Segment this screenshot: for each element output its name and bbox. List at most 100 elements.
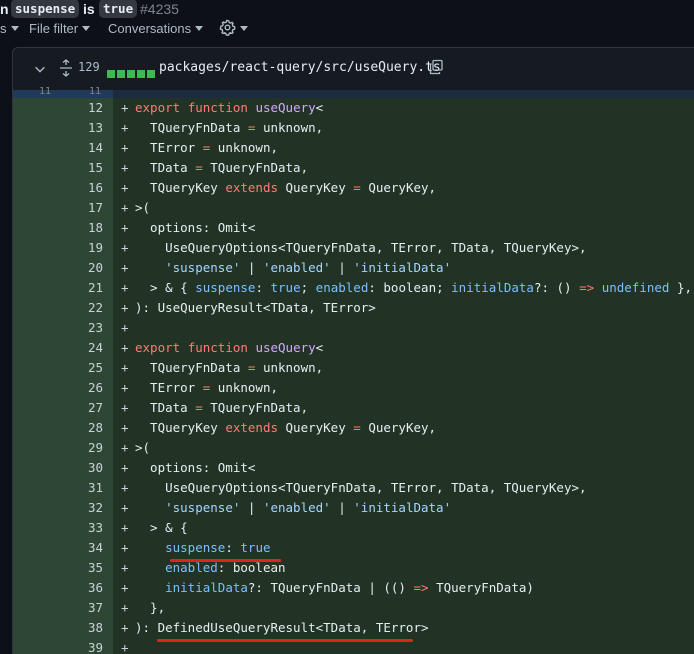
line-number-cell[interactable]: 34 xyxy=(13,538,113,558)
conversations-label: Conversations xyxy=(108,21,192,36)
line-number-cell[interactable]: 36 xyxy=(13,578,113,598)
diff-line: 38 +): DefinedUseQueryResult<TData, TErro… xyxy=(13,618,694,638)
code-text: UseQueryOptions<TQueryFnData, TError, TD… xyxy=(135,240,587,255)
line-number-cell[interactable]: 26 xyxy=(13,378,113,398)
code-text: TQueryFnData = unknown, xyxy=(135,120,323,135)
code-token: function xyxy=(187,100,248,115)
file-diff-panel: 129 packages/react-query/src/useQuery.ts… xyxy=(12,47,694,654)
line-content: + TQueryKey extends QueryKey = QueryKey, xyxy=(113,418,694,438)
diff-line: 17 + >( xyxy=(13,198,694,218)
line-number-cell[interactable]: 16 xyxy=(13,178,113,198)
line-number: 38 xyxy=(87,620,103,635)
added-marker: + xyxy=(121,300,129,315)
line-number-cell[interactable]: 31 xyxy=(13,478,113,498)
code-text: TQueryKey extends QueryKey = QueryKey, xyxy=(135,420,436,435)
code-token: < xyxy=(315,100,324,115)
line-number-cell[interactable]: 35 xyxy=(13,558,113,578)
added-marker: + xyxy=(121,620,129,635)
line-content: + TData = TQueryFnData, xyxy=(113,158,694,178)
toolbar-partial-item[interactable]: s xyxy=(0,21,19,36)
code-text: export function useQuery< xyxy=(135,100,323,115)
line-number-cell[interactable]: 32 xyxy=(13,498,113,518)
line-number-cell[interactable]: 18 xyxy=(13,218,113,238)
code-token: QueryKey xyxy=(278,420,354,435)
hunk-left-number: 11 xyxy=(39,86,52,97)
line-number-cell[interactable]: 25 xyxy=(13,358,113,378)
line-number: 15 xyxy=(87,160,103,175)
chevron-down-icon xyxy=(240,26,248,31)
expand-icon[interactable] xyxy=(58,59,74,77)
line-content: + TQueryFnData = unknown, xyxy=(113,118,694,138)
code-token: unknown, xyxy=(210,380,278,395)
added-marker: + xyxy=(121,240,129,255)
line-number-cell[interactable]: 15 xyxy=(13,158,113,178)
settings-dropdown[interactable] xyxy=(219,19,248,36)
line-number-cell[interactable]: 38 xyxy=(13,618,113,638)
chevron-down-icon xyxy=(195,26,204,31)
added-marker: + xyxy=(121,380,129,395)
file-path-link[interactable]: packages/react-query/src/useQuery.ts xyxy=(159,60,441,75)
line-content: + TQueryKey extends QueryKey = QueryKey, xyxy=(113,178,694,198)
diff-line: 32 + 'suspense' | 'enabled' | 'initialDat… xyxy=(13,498,694,518)
line-content: + export function useQuery< xyxy=(113,338,694,358)
line-number-cell[interactable]: 39 xyxy=(13,638,113,654)
code-text: TData = TQueryFnData, xyxy=(135,400,308,415)
diff-line: 35 + enabled: boolean xyxy=(13,558,694,578)
line-content: + >( xyxy=(113,438,694,458)
line-number-cell[interactable]: 23 xyxy=(13,318,113,338)
code-token: initialData xyxy=(451,280,534,295)
diff-line: 23 + xyxy=(13,318,694,338)
line-number-cell[interactable]: 37 xyxy=(13,598,113,618)
diff-line: 31 + UseQueryOptions<TQueryFnData, TError… xyxy=(13,478,694,498)
code-text: 'suspense' | 'enabled' | 'initialData' xyxy=(135,260,451,275)
line-number: 26 xyxy=(87,380,103,395)
added-marker: + xyxy=(121,120,129,135)
line-number-cell[interactable]: 14 xyxy=(13,138,113,158)
line-number-cell[interactable]: 30 xyxy=(13,458,113,478)
line-number-cell[interactable]: 29 xyxy=(13,438,113,458)
code-text: TError = unknown, xyxy=(135,140,278,155)
line-number-cell[interactable]: 27 xyxy=(13,398,113,418)
line-number: 20 xyxy=(87,260,103,275)
conversations-dropdown[interactable]: Conversations xyxy=(108,21,204,36)
title-prefix: n xyxy=(0,1,9,17)
code-token: = xyxy=(353,420,361,435)
line-number-cell[interactable]: 21 xyxy=(13,278,113,298)
file-filter-dropdown[interactable]: File filter xyxy=(29,21,91,36)
line-number-cell[interactable]: 12 xyxy=(13,98,113,118)
line-content: + TError = unknown, xyxy=(113,378,694,398)
line-number: 35 xyxy=(87,560,103,575)
added-marker: + xyxy=(121,500,129,515)
hunk-header[interactable]: 11 11 xyxy=(13,86,694,98)
diff-line: 22 +): UseQueryResult<TData, TError> xyxy=(13,298,694,318)
line-number: 22 xyxy=(87,300,103,315)
line-content: + }, xyxy=(113,598,694,618)
line-number-cell[interactable]: 28 xyxy=(13,418,113,438)
line-number-cell[interactable]: 24 xyxy=(13,338,113,358)
copy-icon[interactable] xyxy=(428,59,444,75)
line-number-cell[interactable]: 17 xyxy=(13,198,113,218)
line-number-cell[interactable]: 19 xyxy=(13,238,113,258)
line-number-cell[interactable]: 33 xyxy=(13,518,113,538)
code-token: QueryKey xyxy=(278,180,354,195)
added-marker: + xyxy=(121,360,129,375)
line-content: + suspense: true xyxy=(113,538,694,558)
diff-line: 12 + export function useQuery< xyxy=(13,98,694,118)
code-token: 'suspense' xyxy=(165,260,241,275)
code-text: >( xyxy=(135,440,150,455)
line-number: 36 xyxy=(87,580,103,595)
line-number-cell[interactable]: 20 xyxy=(13,258,113,278)
code-token: ; xyxy=(300,280,316,295)
line-number-cell[interactable]: 13 xyxy=(13,118,113,138)
line-number-cell[interactable]: 22 xyxy=(13,298,113,318)
chevron-down-icon[interactable] xyxy=(33,62,47,76)
code-token: UseQueryOptions<TQueryFnData, TError, TD… xyxy=(135,240,587,255)
code-text: export function useQuery< xyxy=(135,340,323,355)
added-marker: + xyxy=(121,580,129,595)
code-token: : boolean xyxy=(217,560,286,575)
code-token: TQueryFnData xyxy=(135,360,248,375)
code-token: options: Omit< xyxy=(135,220,256,235)
added-marker: + xyxy=(121,320,129,335)
